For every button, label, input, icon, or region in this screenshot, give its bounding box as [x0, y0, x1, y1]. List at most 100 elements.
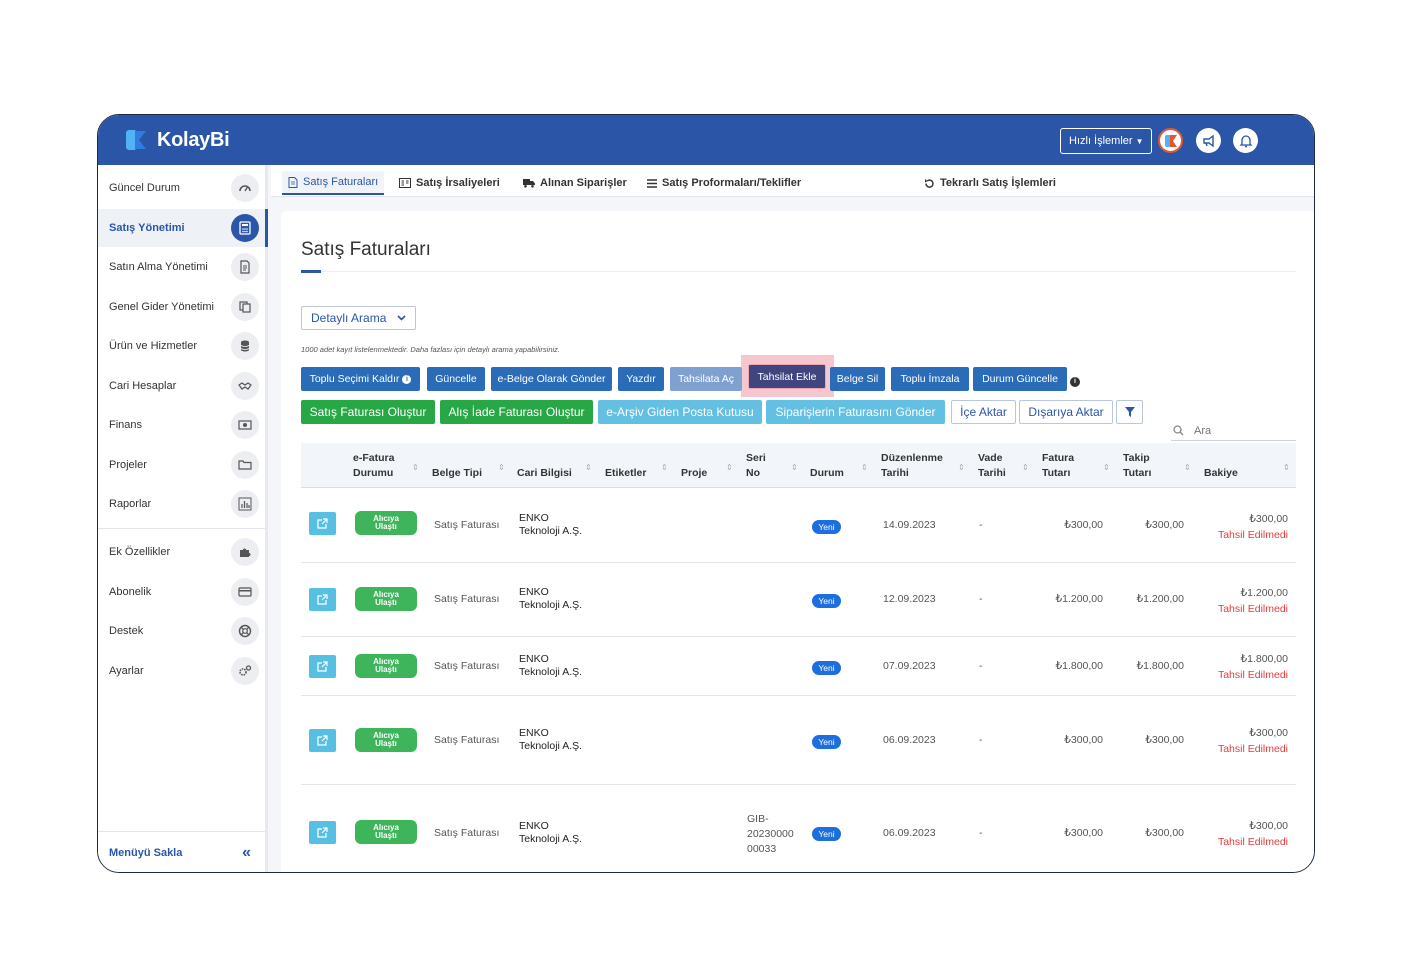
header-etiketler[interactable]: Etiketler — [605, 466, 646, 481]
earsiv-posta-button[interactable]: e-Arşiv Giden Posta Kutusu — [598, 400, 762, 424]
open-row-button[interactable] — [309, 729, 336, 752]
table-header: e-Fatura Durumu ⇕ Belge Tipi ⇕ Cari Bilgi… — [301, 443, 1296, 488]
bell-icon — [1238, 134, 1253, 147]
open-row-button[interactable] — [309, 821, 336, 844]
cari-cell[interactable]: ENKO Teknoloji A.Ş. — [519, 653, 582, 679]
header-bakiye[interactable]: Bakiye — [1204, 466, 1238, 481]
sidebar-item-guncel-durum[interactable]: Güncel Durum — [98, 169, 265, 207]
sidebar-item-abonelik[interactable]: Abonelik — [98, 573, 265, 611]
header-duzenlenme-tarihi[interactable]: Düzenlenme Tarihi — [881, 451, 943, 481]
sidebar-item-satis-yonetimi[interactable]: Satış Yönetimi — [98, 209, 268, 247]
tarih-cell: 06.09.2023 — [883, 734, 936, 746]
table-row[interactable]: Alıcıya Ulaştı Satış Faturası ENKO Teknolo… — [301, 785, 1296, 872]
sidebar-item-raporlar[interactable]: Raporlar — [98, 485, 265, 523]
cari-cell[interactable]: ENKO Teknoloji A.Ş. — [519, 512, 582, 538]
ebelge-gonder-button[interactable]: e-Belge Olarak Gönder — [491, 367, 612, 391]
tab-satis-faturalari[interactable]: Satış Faturaları — [282, 171, 385, 195]
sort-icon[interactable]: ⇕ — [1184, 463, 1191, 472]
guncelle-button[interactable]: Güncelle — [427, 367, 485, 391]
satis-faturasi-olustur-button[interactable]: Satış Faturası Oluştur — [301, 400, 435, 424]
sidebar-item-destek[interactable]: Destek — [98, 612, 265, 650]
header-fatura-tutari[interactable]: Fatura Tutarı — [1042, 451, 1074, 481]
table-row[interactable]: Alıcıya Ulaştı Satış Faturası ENKO Teknolo… — [301, 696, 1296, 785]
cari-line: Teknoloji A.Ş. — [519, 525, 583, 537]
sort-icon[interactable]: ⇕ — [958, 463, 965, 472]
header-belge-tipi[interactable]: Belge Tipi — [432, 466, 482, 481]
sort-icon[interactable]: ⇕ — [1022, 463, 1029, 472]
tab-label: Satış Proformaları/Teklifler — [662, 177, 802, 189]
table-row[interactable]: Alıcıya Ulaştı Satış Faturası ENKO Teknolo… — [301, 563, 1296, 637]
belge-sil-button[interactable]: Belge Sil — [830, 367, 885, 391]
filter-button[interactable] — [1116, 400, 1143, 424]
cari-cell[interactable]: ENKO Teknoloji A.Ş. — [519, 727, 582, 753]
detailed-search-button[interactable]: Detaylı Arama — [301, 306, 416, 330]
belge-tipi-cell: Satış Faturası — [434, 734, 500, 746]
tab-alinan-siparisler[interactable]: Alınan Siparişler — [517, 171, 633, 195]
toplu-imzala-button[interactable]: Toplu İmzala — [891, 367, 969, 391]
sidebar-item-satin-alma[interactable]: Satın Alma Yönetimi — [98, 248, 265, 286]
header-line: e-Fatura — [353, 452, 395, 464]
detailed-search-label: Detaylı Arama — [311, 311, 387, 325]
tab-satis-irsaliyeleri[interactable]: Satış İrsaliyeleri — [393, 171, 506, 195]
sidebar-item-genel-gider[interactable]: Genel Gider Yönetimi — [98, 288, 265, 326]
cari-cell[interactable]: ENKO Teknoloji A.Ş. — [519, 820, 582, 846]
open-row-button[interactable] — [309, 512, 336, 535]
toplu-secimi-kaldir-button[interactable]: Toplu Seçimi Kaldır i — [301, 367, 420, 391]
avatar[interactable] — [1158, 128, 1183, 153]
takip-tutari-cell: ₺300,00 — [1145, 734, 1184, 746]
sidebar-item-ek-ozellikler[interactable]: Ek Özellikler — [98, 533, 265, 571]
notification-button[interactable] — [1233, 128, 1258, 153]
open-row-button[interactable] — [309, 655, 336, 678]
sort-icon[interactable]: ⇕ — [791, 463, 798, 472]
announcement-button[interactable] — [1196, 128, 1221, 153]
table-row[interactable]: Alıcıya Ulaştı Satış Faturası ENKO Teknolo… — [301, 489, 1296, 563]
siparis-fatura-gonder-button[interactable]: Siparişlerin Faturasını Gönder — [766, 400, 945, 424]
sort-icon[interactable]: ⇕ — [661, 463, 668, 472]
header-line: Durumu — [353, 467, 394, 479]
hide-menu-button[interactable]: Menüyü Sakla « — [98, 831, 265, 872]
yazdir-button[interactable]: Yazdır — [618, 367, 664, 391]
table-row[interactable]: Alıcıya Ulaştı Satış Faturası ENKO Teknolo… — [301, 637, 1296, 696]
cari-cell[interactable]: ENKO Teknoloji A.Ş. — [519, 586, 582, 612]
sidebar-item-urun-hizmetler[interactable]: Ürün ve Hizmetler — [98, 327, 265, 365]
takip-tutari-cell: ₺1.800,00 — [1136, 660, 1184, 672]
alis-iade-olustur-button[interactable]: Alış İade Faturası Oluştur — [440, 400, 593, 424]
sidebar-item-cari-hesaplar[interactable]: Cari Hesaplar — [98, 367, 265, 405]
tahsilat-ekle-button[interactable]: Tahsilat Ekle — [748, 364, 826, 389]
sort-icon[interactable]: ⇕ — [1103, 463, 1110, 472]
sort-icon[interactable]: ⇕ — [498, 463, 505, 472]
status-line: Ulaştı — [375, 831, 397, 840]
header-proje[interactable]: Proje — [681, 466, 707, 481]
tab-tekrarli-satis[interactable]: Tekrarlı Satış İşlemleri — [918, 171, 1062, 195]
header-durum[interactable]: Durum — [810, 466, 844, 481]
status-line: Ulaştı — [375, 665, 397, 674]
disariya-aktar-button[interactable]: Dışarıya Aktar — [1019, 400, 1113, 424]
tahsilata-ac-button[interactable]: Tahsilata Aç — [670, 367, 742, 391]
sidebar-item-ayarlar[interactable]: Ayarlar — [98, 652, 265, 690]
logo[interactable]: KolayBi — [125, 128, 230, 152]
header-line: No — [746, 467, 760, 479]
sort-icon[interactable]: ⇕ — [726, 463, 733, 472]
header-line: Düzenlenme — [881, 452, 943, 464]
header-takip-tutari[interactable]: Takip Tutarı — [1123, 451, 1151, 481]
sort-icon[interactable]: ⇕ — [412, 463, 419, 472]
sort-icon[interactable]: ⇕ — [585, 463, 592, 472]
header-vade-tarihi[interactable]: Vade Tarihi — [978, 451, 1006, 481]
bar-chart-icon — [231, 490, 259, 518]
sidebar-item-projeler[interactable]: Projeler — [98, 446, 265, 484]
durum-guncelle-button[interactable]: Durum Güncelle — [973, 367, 1067, 391]
sort-icon[interactable]: ⇕ — [861, 463, 868, 472]
search-input[interactable]: Ara — [1171, 421, 1296, 441]
header-efatura-durumu[interactable]: e-Fatura Durumu — [353, 451, 394, 481]
header-cari-bilgisi[interactable]: Cari Bilgisi — [517, 466, 572, 481]
header-seri-no[interactable]: Seri No — [746, 451, 766, 481]
info-icon[interactable]: i — [1070, 377, 1080, 387]
folder-icon — [231, 451, 259, 479]
bakiye-cell: ₺300,00 Tahsil Edilmedi — [1206, 511, 1288, 543]
tab-satis-proformalari[interactable]: Satış Proformaları/Teklifler — [641, 171, 807, 195]
open-row-button[interactable] — [309, 588, 336, 611]
quick-actions-button[interactable]: Hızlı İşlemler ▼ — [1060, 128, 1153, 154]
ice-aktar-button[interactable]: İçe Aktar — [951, 400, 1016, 424]
sort-icon[interactable]: ⇕ — [1283, 463, 1290, 472]
sidebar-item-finans[interactable]: Finans — [98, 406, 265, 444]
